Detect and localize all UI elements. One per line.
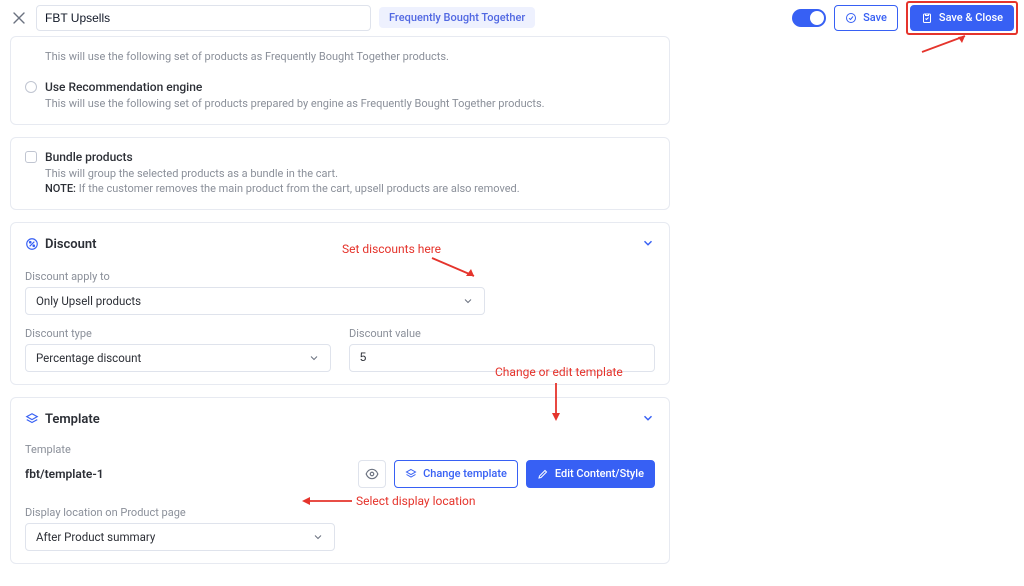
preview-button[interactable] xyxy=(358,460,386,488)
bundle-note: NOTE: If the customer removes the main p… xyxy=(45,181,655,196)
bundle-checkbox[interactable]: Bundle products xyxy=(25,150,655,164)
edit-content-label: Edit Content/Style xyxy=(555,467,644,480)
discount-section-title: Discount xyxy=(45,237,97,252)
collapse-toggle[interactable] xyxy=(641,410,655,429)
chevron-down-icon xyxy=(641,236,655,250)
type-value: Percentage discount xyxy=(36,351,141,365)
template-section-title: Template xyxy=(45,412,100,427)
radio-icon xyxy=(25,81,37,93)
type-tag: Frequently Bought Together xyxy=(379,7,535,28)
recommendation-title: Use Recommendation engine xyxy=(45,80,202,94)
enable-toggle[interactable] xyxy=(792,9,826,27)
type-label: Discount type xyxy=(25,327,331,340)
apply-select[interactable]: Only Upsell products xyxy=(25,287,485,315)
pencil-icon xyxy=(537,468,549,480)
recommendation-radio[interactable]: Use Recommendation engine xyxy=(25,80,655,94)
anno-location: Select display location xyxy=(356,494,475,508)
save-close-label: Save & Close xyxy=(939,11,1003,24)
chevron-down-icon xyxy=(312,531,324,543)
bundle-title: Bundle products xyxy=(45,150,133,164)
template-card: Template Template fbt/template-1 Change … xyxy=(10,397,670,564)
anno-discount: Set discounts here xyxy=(342,242,441,256)
checkbox-icon xyxy=(25,151,37,163)
change-template-button[interactable]: Change template xyxy=(394,460,518,488)
chevron-down-icon xyxy=(462,295,474,307)
apply-value: Only Upsell products xyxy=(36,294,141,308)
template-name-label: Template xyxy=(25,443,655,456)
value-label: Discount value xyxy=(349,327,655,340)
title-input[interactable] xyxy=(36,5,371,31)
type-select[interactable]: Percentage discount xyxy=(25,344,331,372)
edit-content-button[interactable]: Edit Content/Style xyxy=(526,460,655,488)
clipboard-check-icon xyxy=(921,12,933,24)
bundle-card: Bundle products This will group the sele… xyxy=(10,137,670,210)
change-template-label: Change template xyxy=(423,467,507,480)
anno-template: Change or edit template xyxy=(495,365,623,379)
option1-desc: This will use the following set of produ… xyxy=(45,49,655,64)
check-circle-icon xyxy=(845,12,857,24)
save-label: Save xyxy=(863,11,887,24)
location-value: After Product summary xyxy=(36,530,155,544)
chevron-down-icon xyxy=(641,411,655,425)
highlight-save-close: Save & Close xyxy=(906,1,1018,35)
location-label: Display location on Product page xyxy=(25,506,655,519)
collapse-toggle[interactable] xyxy=(641,235,655,254)
save-close-button[interactable]: Save & Close xyxy=(910,5,1014,31)
bundle-desc: This will group the selected products as… xyxy=(45,166,655,181)
template-name-value: fbt/template-1 xyxy=(25,467,104,481)
layers-icon xyxy=(25,412,39,426)
apply-label: Discount apply to xyxy=(25,270,655,283)
layers-icon xyxy=(405,468,417,480)
discount-card: Discount Discount apply to Only Upsell p… xyxy=(10,222,670,385)
options-card: This will use the following set of produ… xyxy=(10,36,670,125)
discount-icon xyxy=(25,237,39,251)
recommendation-desc: This will use the following set of produ… xyxy=(45,96,655,111)
chevron-down-icon xyxy=(308,352,320,364)
save-button[interactable]: Save xyxy=(834,5,898,31)
eye-icon xyxy=(365,467,379,481)
close-icon xyxy=(13,12,25,24)
close-button[interactable] xyxy=(6,5,32,31)
location-select[interactable]: After Product summary xyxy=(25,523,335,551)
